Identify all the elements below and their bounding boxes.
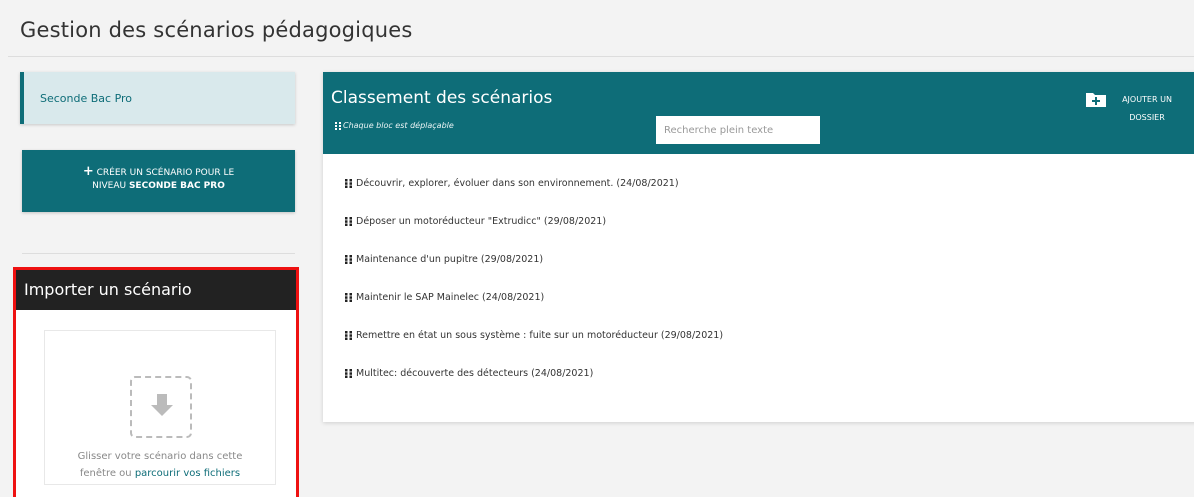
drag-grip-icon[interactable]: [345, 369, 352, 378]
add-folder-line2: DOSSIER: [1129, 113, 1165, 122]
create-button-line2-prefix: NIVEAU: [92, 181, 129, 191]
download-arrow-icon: [151, 394, 173, 416]
drag-grip-icon[interactable]: [345, 179, 352, 188]
scenario-label: Déposer un motoréducteur "Extrudicc" (29…: [356, 216, 607, 227]
create-button-line1: CRÉER UN SCÉNARIO POUR LE: [96, 168, 235, 178]
create-scenario-button[interactable]: + CRÉER UN SCÉNARIO POUR LE NIVEAU SECON…: [22, 150, 295, 212]
drop-line2: fenêtre ou: [79, 468, 135, 479]
drag-grip-icon: [335, 122, 341, 130]
scenario-item[interactable]: Découvrir, explorer, évoluer dans son en…: [345, 178, 1194, 216]
scenario-item[interactable]: Multitec: découverte des détecteurs (24/…: [345, 368, 1194, 406]
drop-line1: Glisser votre scénario dans cette: [77, 451, 243, 462]
drag-grip-icon[interactable]: [345, 331, 352, 340]
scenario-label: Remettre en état un sous système : fuite…: [356, 330, 724, 341]
drop-target-box: [130, 376, 192, 438]
scenario-label: Découvrir, explorer, évoluer dans son en…: [356, 178, 679, 189]
drag-grip-icon[interactable]: [345, 293, 352, 302]
scenario-label: Multitec: découverte des détecteurs (24/…: [356, 368, 594, 379]
scenario-item[interactable]: Remettre en état un sous système : fuite…: [345, 330, 1194, 368]
scenario-item[interactable]: Déposer un motoréducteur "Extrudicc" (29…: [345, 216, 1194, 254]
classement-panel: Classement des scénarios Chaque bloc est…: [323, 72, 1194, 422]
drag-grip-icon[interactable]: [345, 255, 352, 264]
import-scenario-panel: Importer un scénario Glisser votre scéna…: [13, 267, 299, 497]
create-button-level: SECONDE BAC PRO: [128, 181, 225, 191]
add-folder-button[interactable]: AJOUTER UN DOSSIER: [1112, 91, 1182, 127]
plus-icon: +: [82, 164, 94, 179]
title-divider: [8, 56, 1194, 57]
drag-grip-icon[interactable]: [345, 217, 352, 226]
folder-plus-icon[interactable]: [1085, 90, 1107, 108]
browse-files-link[interactable]: parcourir vos fichiers: [135, 468, 240, 479]
level-tab-seconde-bac-pro[interactable]: Seconde Bac Pro: [20, 72, 295, 124]
drop-zone-instructions: Glisser votre scénario dans cette fenêtr…: [45, 448, 275, 482]
import-panel-title: Importer un scénario: [16, 270, 296, 310]
fulltext-search-input[interactable]: [656, 116, 820, 144]
draggable-hint: Chaque bloc est déplaçable: [343, 121, 454, 130]
file-drop-zone[interactable]: Glisser votre scénario dans cette fenêtr…: [44, 330, 276, 485]
scenario-item[interactable]: Maintenir le SAP Mainelec (24/08/2021): [345, 292, 1194, 330]
scenario-label: Maintenir le SAP Mainelec (24/08/2021): [356, 292, 545, 303]
add-folder-line1: AJOUTER UN: [1122, 95, 1172, 104]
classement-header: Classement des scénarios Chaque bloc est…: [323, 72, 1194, 154]
scenario-item[interactable]: Maintenance d'un pupitre (29/08/2021): [345, 254, 1194, 292]
scenario-list: Découvrir, explorer, évoluer dans son en…: [345, 178, 1194, 406]
level-tab-label: Seconde Bac Pro: [40, 92, 133, 105]
scenario-label: Maintenance d'un pupitre (29/08/2021): [356, 254, 544, 265]
page-title: Gestion des scénarios pédagogiques: [20, 18, 413, 42]
sidebar-divider: [22, 253, 295, 254]
classement-title: Classement des scénarios: [331, 88, 553, 108]
